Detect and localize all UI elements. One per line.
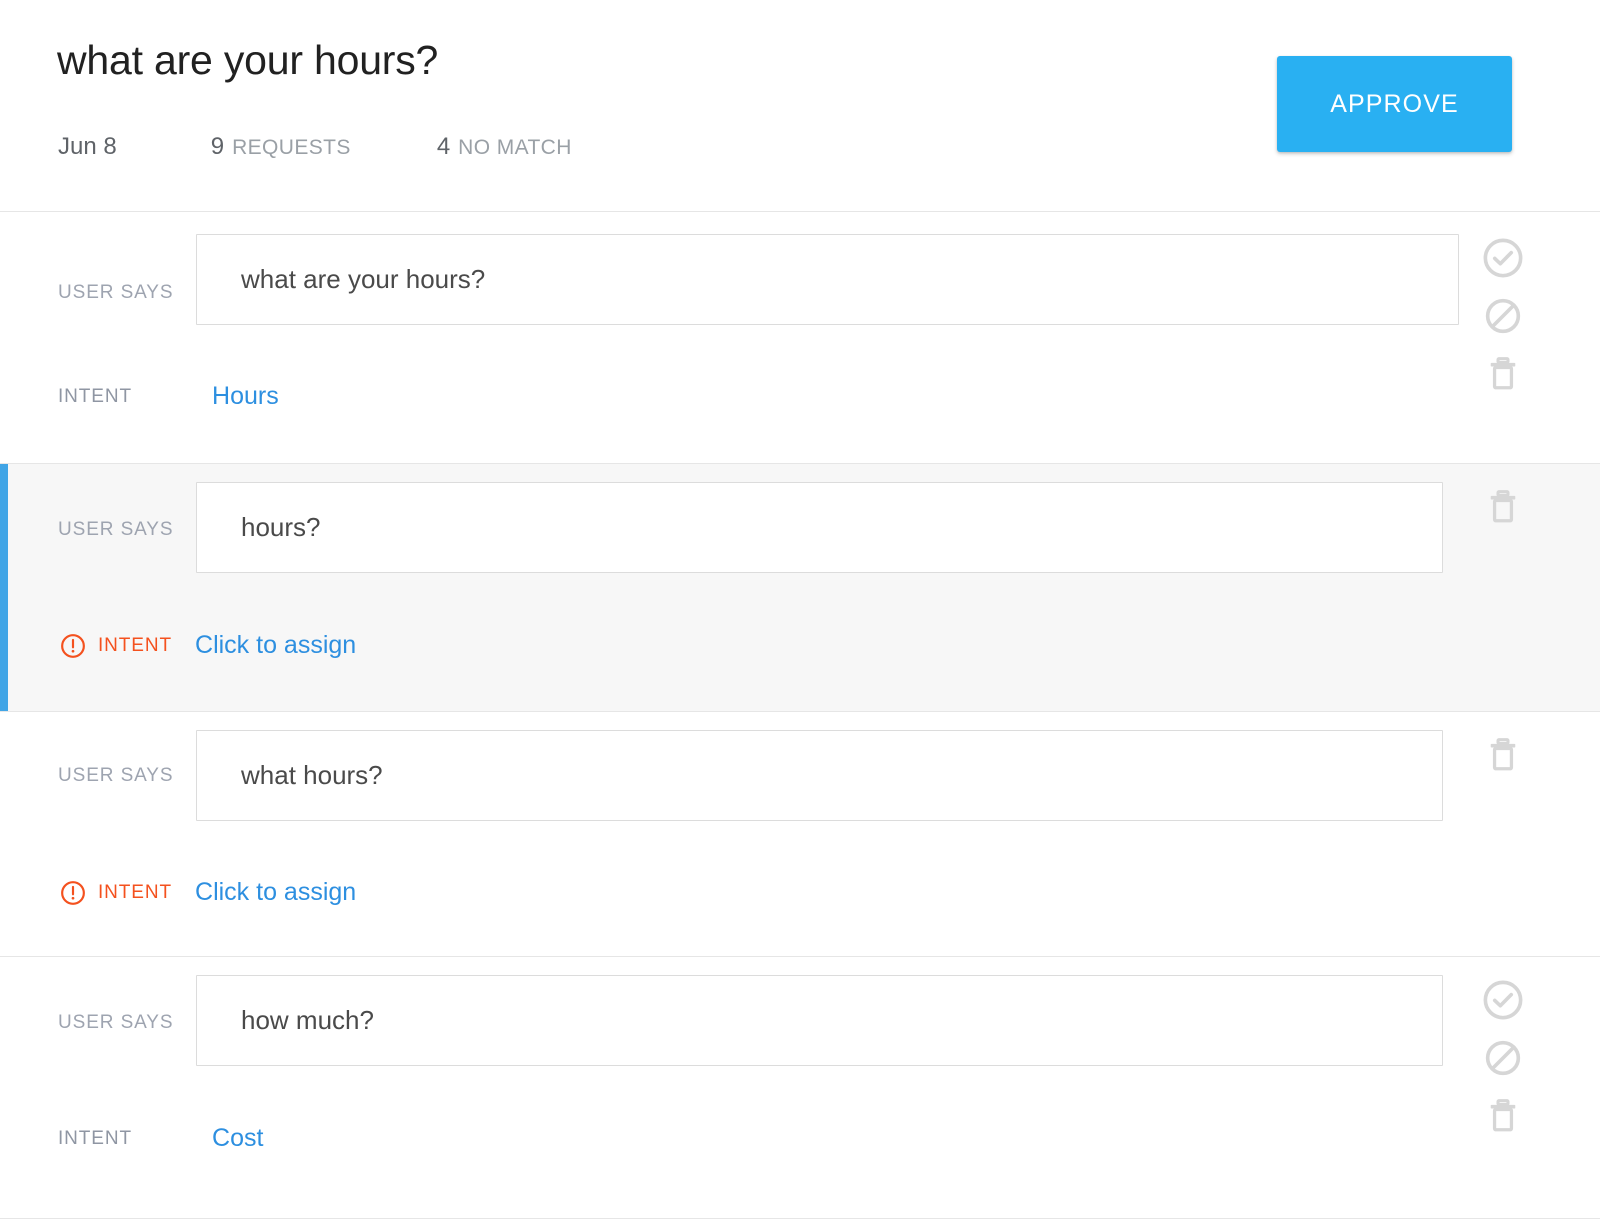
trash-icon[interactable] [1480,732,1526,778]
intent-label: INTENT [58,386,132,408]
request-row: USER SAYS how much? INTENT Cost [0,957,1600,1219]
check-circle-icon[interactable] [1480,235,1526,281]
intent-row: INTENT Click to assign [60,878,356,907]
page-title: what are your hours? [57,36,438,85]
stat-requests-count: 9 [211,133,224,161]
user-says-label: USER SAYS [58,282,173,304]
intent-assign-link[interactable]: Click to assign [195,631,356,660]
user-says-label: USER SAYS [58,1012,173,1034]
row-actions [1480,977,1526,1139]
trash-icon[interactable] [1480,1093,1526,1139]
intent-row: INTENT Click to assign [60,631,356,660]
stat-requests-label: REQUESTS [232,136,351,160]
trash-icon[interactable] [1480,351,1526,397]
row-accent-bar [0,464,8,711]
row-actions [1480,484,1526,530]
intent-label: INTENT [98,882,172,904]
block-circle-icon[interactable] [1480,293,1526,339]
request-row: USER SAYS what hours? INTENT Click to assig… [0,712,1600,957]
row-actions [1480,732,1526,778]
stat-no-match: 4 NO MATCH [437,133,572,161]
intent-row: INTENT Cost [58,1124,263,1153]
intent-row: INTENT Hours [58,382,279,411]
intent-value-link[interactable]: Cost [212,1124,263,1153]
check-circle-icon[interactable] [1480,977,1526,1023]
stat-requests: 9 REQUESTS [211,133,351,161]
intent-label: INTENT [98,635,172,657]
stat-no-match-label: NO MATCH [458,136,572,160]
request-row: USER SAYS hours? INTENT Click to assign [0,464,1600,712]
request-list: USER SAYS what are your hours? INTENT Hours… [0,212,1600,1219]
user-says-label: USER SAYS [58,765,173,787]
stat-no-match-count: 4 [437,133,450,161]
trash-icon[interactable] [1480,484,1526,530]
block-circle-icon[interactable] [1480,1035,1526,1081]
warning-icon [60,880,98,906]
page-header: what are your hours? Jun 8 9 REQUESTS 4 … [0,0,1600,212]
user-says-input[interactable]: what hours? [196,730,1443,821]
user-says-input[interactable]: hours? [196,482,1443,573]
request-row: USER SAYS what are your hours? INTENT Hours [0,212,1600,464]
intent-label: INTENT [58,1128,132,1150]
user-says-input[interactable]: how much? [196,975,1443,1066]
user-says-input[interactable]: what are your hours? [196,234,1459,325]
row-actions [1480,235,1526,397]
intent-assign-link[interactable]: Click to assign [195,878,356,907]
approve-button[interactable]: APPROVE [1277,56,1512,152]
warning-icon [60,633,98,659]
intent-value-link[interactable]: Hours [212,382,279,411]
header-meta: Jun 8 9 REQUESTS 4 NO MATCH [58,133,658,161]
user-says-label: USER SAYS [58,519,173,541]
header-date: Jun 8 [58,133,117,161]
